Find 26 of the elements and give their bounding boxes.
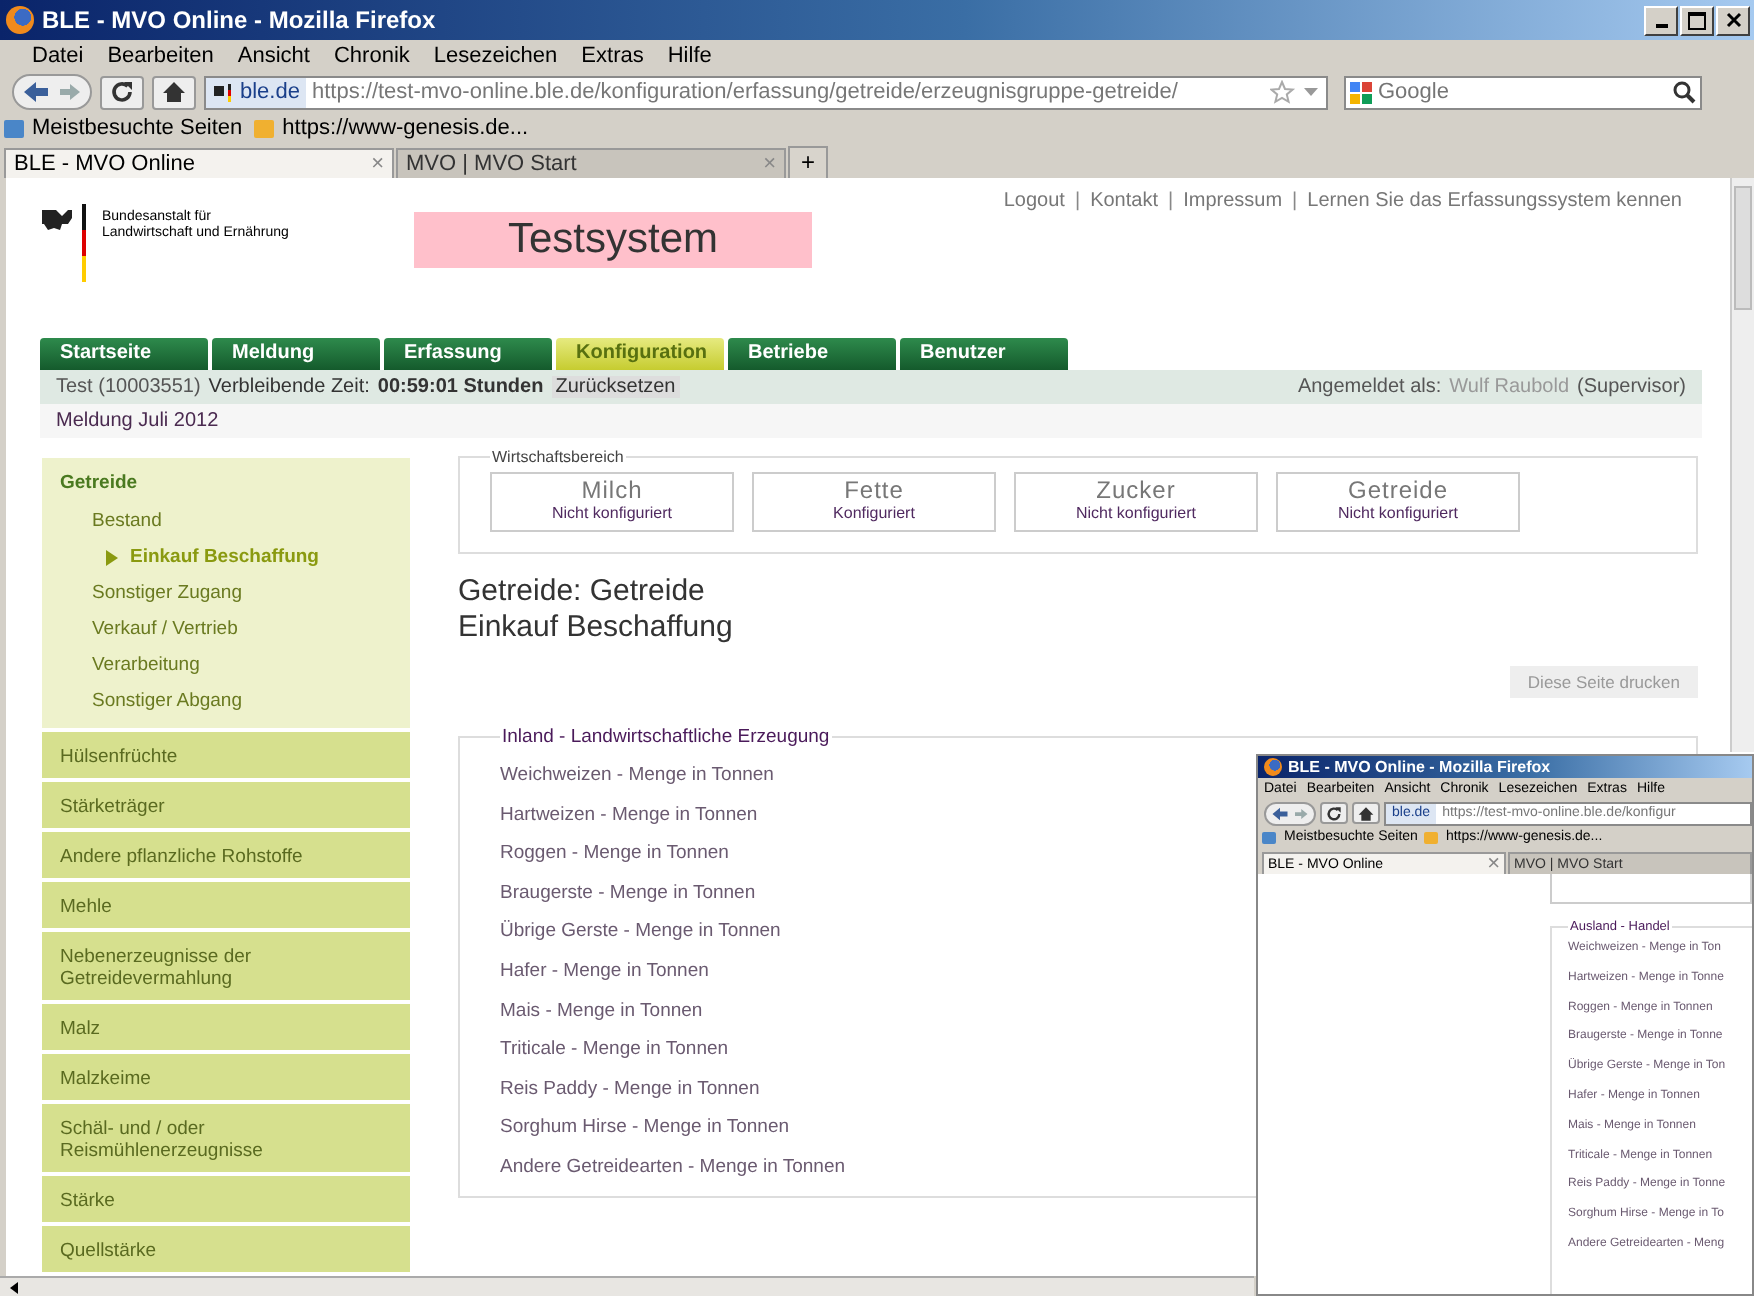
link-separator: | (1167, 190, 1174, 212)
test-system-banner: Testsystem (414, 212, 812, 268)
time-label: Verbleibende Zeit: (208, 376, 370, 398)
window-title: BLE - MVO Online - Mozilla Firefox (42, 6, 436, 34)
link-separator: | (1074, 190, 1081, 212)
sector-status: Konfiguriert (831, 504, 917, 522)
login-label: Angemeldet als: (1297, 376, 1442, 398)
sector-status: Nicht konfiguriert (549, 504, 675, 522)
site-domain: ble.de (240, 80, 300, 104)
report-period: Meldung Juli 2012 (56, 410, 219, 432)
url-text: https://test-mvo-online.ble.de/konfiguration/erfassung/getreide/erzeugnisgruppe-getreide/ (309, 80, 1180, 104)
link-separator: | (1292, 190, 1298, 212)
sector-name: Zucker (1094, 476, 1178, 504)
remaining-time: 00:59:01 Stunden (377, 376, 544, 398)
sector-name: Fette (842, 476, 906, 504)
account-text: Test (10003551) (56, 376, 201, 398)
sector-name: Getreide (1345, 476, 1451, 504)
fieldset-legend: Wirtschaftsbereich (490, 448, 626, 466)
fieldset-legend: Inland - Landwirtschaftliche Erzeugung (500, 726, 832, 748)
page-heading: Getreide: Getreide Einkauf Beschaffung (458, 574, 735, 646)
sector-status: Nicht konfiguriert (1335, 504, 1461, 522)
user-name: Wulf Raubold (1449, 376, 1570, 398)
sector-name: Milch (579, 476, 645, 504)
user-role: (Supervisor) (1577, 376, 1686, 398)
window-title: BLE - MVO Online - Mozilla Firefox (1288, 758, 1551, 776)
sector-status: Nicht konfiguriert (1073, 504, 1199, 522)
